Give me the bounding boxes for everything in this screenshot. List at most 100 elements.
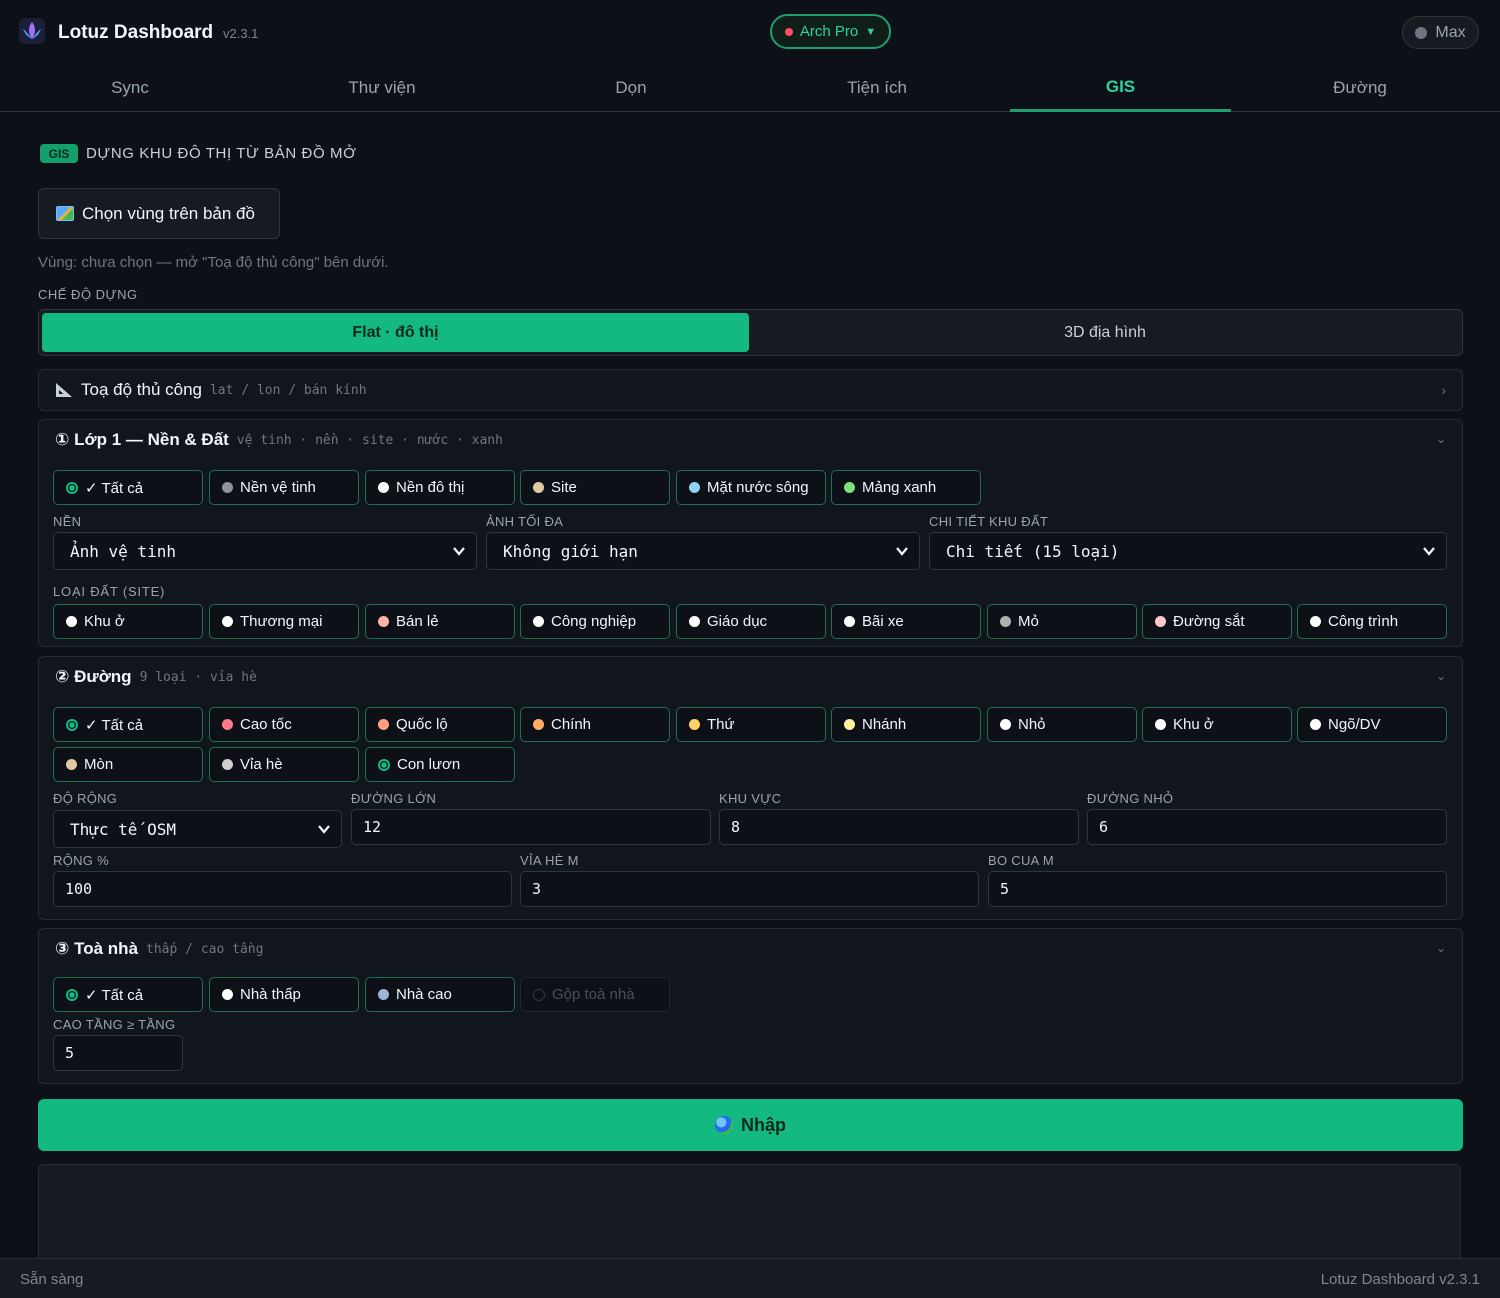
section-title: DỰNG KHU ĐÔ THỊ TỪ BẢN ĐỒ MỞ	[86, 145, 357, 162]
chip-label: Bán lẻ	[396, 613, 439, 630]
filter-chip[interactable]: Bãi xe	[831, 604, 981, 639]
filter-chip[interactable]: Thương mại	[209, 604, 359, 639]
filter-chip[interactable]: Mòn	[53, 747, 203, 782]
anh-toi-da-label: ẢNH TỐI ĐA	[486, 514, 564, 529]
filter-chip[interactable]: Nhà cao	[365, 977, 515, 1012]
layer1-subtitle: vệ tinh · nền · site · nước · xanh	[236, 432, 503, 448]
filter-chip[interactable]: Khu ở	[1142, 707, 1292, 742]
layer3-title: ③ Toà nhà	[55, 939, 139, 958]
profile-selector[interactable]: Arch Pro ▼	[770, 14, 891, 49]
filter-chip[interactable]: Bán lẻ	[365, 604, 515, 639]
do-rong-label: ĐỘ RỘNG	[53, 791, 118, 806]
filter-chip[interactable]: Khu ở	[53, 604, 203, 639]
chip-label: Thương mại	[240, 613, 323, 630]
map-icon	[56, 206, 74, 221]
filter-chip[interactable]: Mặt nước sông	[676, 470, 826, 505]
filter-chip[interactable]: ✓ Tất cả	[53, 707, 203, 742]
max-toggle-label: Max	[1435, 23, 1466, 41]
filter-chip[interactable]: Ngõ/DV	[1297, 707, 1447, 742]
filter-chip[interactable]: Chính	[520, 707, 670, 742]
rong-pct-input[interactable]: 100	[53, 871, 512, 907]
color-dot-icon	[222, 989, 233, 1000]
filter-chip[interactable]: Công trình	[1297, 604, 1447, 639]
color-dot-icon	[378, 989, 389, 1000]
layer2-header[interactable]: ② Đường 9 loại · vỉa hè	[39, 657, 1462, 697]
filter-chip[interactable]: Mảng xanh	[831, 470, 981, 505]
filter-chip[interactable]: Con lươn	[365, 747, 515, 782]
mode-label: CHẾ ĐỘ DỰNG	[38, 287, 138, 302]
max-toggle[interactable]: Max	[1402, 16, 1479, 49]
chip-label: Mặt nước sông	[707, 479, 809, 496]
mode-option-flat[interactable]: Flat · đô thị	[42, 313, 749, 352]
color-dot-icon	[222, 482, 233, 493]
status-bar: Sẵn sàng Lotuz Dashboard v2.3.1	[0, 1258, 1500, 1298]
filter-chip[interactable]: Thứ	[676, 707, 826, 742]
radio-checked-icon	[66, 481, 78, 494]
filter-chip[interactable]: Giáo dục	[676, 604, 826, 639]
import-button[interactable]: Nhập	[38, 1099, 1463, 1151]
nen-select[interactable]: Ảnh vệ tinh	[53, 532, 477, 570]
toggle-indicator-icon	[1415, 26, 1428, 39]
manual-coords-panel[interactable]: Toạ độ thủ công lat / lon / bán kính ›	[38, 369, 1463, 411]
radio-checked-icon	[66, 718, 78, 731]
filter-chip[interactable]: Cao tốc	[209, 707, 359, 742]
color-dot-icon	[1155, 719, 1166, 730]
filter-chip[interactable]: Nền đô thị	[365, 470, 515, 505]
duong-nho-input[interactable]: 6	[1087, 809, 1447, 845]
color-dot-icon	[844, 719, 855, 730]
app-logo-icon	[19, 18, 45, 44]
filter-chip[interactable]: Mỏ	[987, 604, 1137, 639]
do-rong-select[interactable]: Thực tế OSM	[53, 810, 342, 848]
duong-lon-input[interactable]: 12	[351, 809, 711, 845]
via-he-input[interactable]: 3	[520, 871, 979, 907]
chip-label: Quốc lộ	[396, 716, 448, 733]
filter-chip[interactable]: Công nghiệp	[520, 604, 670, 639]
filter-chip[interactable]: Nhỏ	[987, 707, 1137, 742]
chevron-down-icon: ⌄	[1435, 432, 1446, 446]
nen-value: Ảnh vệ tinh	[70, 541, 176, 561]
layer2-subtitle: 9 loại · vỉa hè	[139, 669, 257, 685]
cao-tang-input[interactable]: 5	[53, 1035, 183, 1071]
chi-tiet-label: CHI TIẾT KHU ĐẤT	[929, 514, 1049, 529]
profile-label: Arch Pro	[799, 23, 859, 40]
tab-thu-vien[interactable]: Thư viện	[272, 64, 492, 112]
filter-chip[interactable]: Vỉa hè	[209, 747, 359, 782]
color-dot-icon	[222, 616, 233, 627]
layer3-header[interactable]: ③ Toà nhà thấp / cao tầng	[39, 929, 1462, 969]
filter-chip[interactable]: Nhánh	[831, 707, 981, 742]
manual-coords-header[interactable]: Toạ độ thủ công lat / lon / bán kính	[39, 370, 1462, 410]
chip-label: Nhỏ	[1018, 716, 1046, 733]
pick-region-button[interactable]: Chọn vùng trên bản đồ	[38, 188, 280, 239]
filter-chip[interactable]: ✓ Tất cả	[53, 977, 203, 1012]
chip-label: Nền đô thị	[396, 479, 465, 496]
khu-vuc-input[interactable]: 8	[719, 809, 1079, 845]
bo-cua-input[interactable]: 5	[988, 871, 1447, 907]
color-dot-icon	[1310, 616, 1321, 627]
filter-chip[interactable]: Nền vệ tinh	[209, 470, 359, 505]
chip-label: Nhánh	[862, 716, 907, 733]
chi-tiet-select[interactable]: Chi tiết (15 loại)	[929, 532, 1447, 570]
color-dot-icon	[689, 616, 700, 627]
tab-sync[interactable]: Sync	[20, 64, 240, 112]
ruler-triangle-icon	[56, 383, 72, 397]
duong-nho-label: ĐƯỜNG NHỎ	[1087, 791, 1174, 806]
tab-don[interactable]: Dọn	[521, 64, 741, 112]
color-dot-icon	[222, 759, 233, 770]
chi-tiet-value: Chi tiết (15 loại)	[946, 541, 1120, 561]
chip-label: ✓ Tất cả	[85, 986, 144, 1004]
filter-chip[interactable]: Quốc lộ	[365, 707, 515, 742]
tab-tien-ich[interactable]: Tiện ích	[767, 64, 987, 112]
rong-pct-label: RỘNG %	[53, 853, 109, 868]
tab-duong[interactable]: Đường	[1250, 64, 1470, 112]
filter-chip[interactable]: Nhà thấp	[209, 977, 359, 1012]
filter-chip[interactable]: Đường sắt	[1142, 604, 1292, 639]
filter-chip[interactable]: Site	[520, 470, 670, 505]
layer1-header[interactable]: ① Lớp 1 — Nền & Đất vệ tinh · nền · site…	[39, 420, 1462, 460]
chip-label: ✓ Tất cả	[85, 479, 144, 497]
chip-label: Ngõ/DV	[1328, 716, 1381, 733]
mode-option-3d[interactable]: 3D địa hình	[749, 313, 1461, 352]
tab-gis[interactable]: GIS	[1010, 64, 1231, 112]
filter-chip[interactable]: ✓ Tất cả	[53, 470, 203, 505]
pick-region-label: Chọn vùng trên bản đồ	[82, 203, 255, 223]
anh-toi-da-select[interactable]: Không giới hạn	[486, 532, 920, 570]
